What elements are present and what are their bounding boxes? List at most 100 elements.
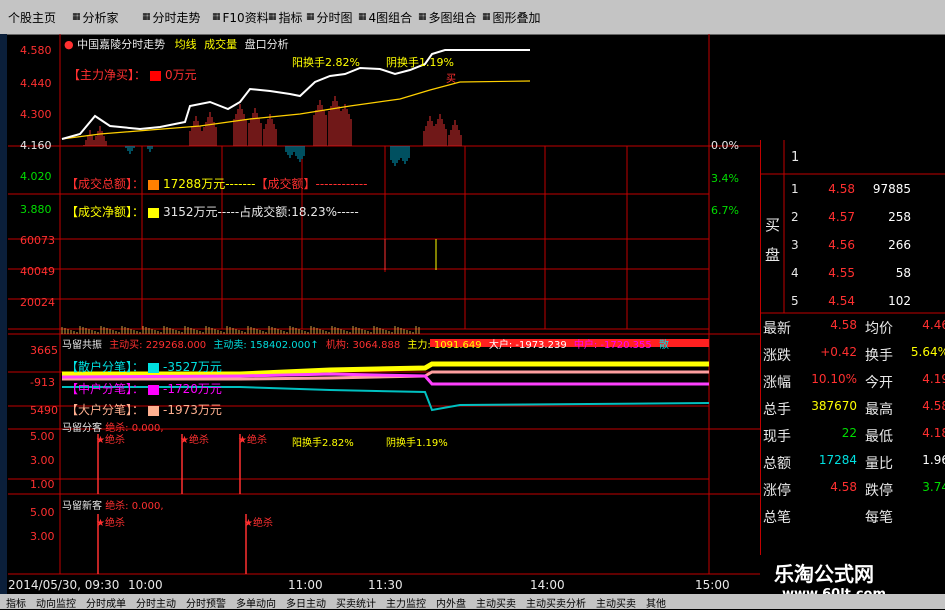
kill-mark: ★绝杀 [96,435,125,446]
dropdown-icon: ▦ [72,12,81,22]
bottom-tab[interactable]: 主动买卖分析 [526,595,586,610]
fund-flow-value: 主动卖: 158402.000↑ [210,340,319,351]
date-label: 2014/05/30, 09:30 [8,578,120,592]
legend-swatch [148,362,160,373]
bottom-tab[interactable]: 多单动向 [236,595,276,610]
volume-bars [61,239,437,334]
percent-axis-label: 0.0% [711,139,739,152]
chart-title: 中国嘉陵分时走势 [77,38,166,51]
fenke-yin: 阴换手1.19% [386,438,448,449]
legend-swatch [150,70,162,81]
retail-label: 【散户分笔】： [66,360,145,374]
indicator-sub: 绝杀: 0.000, [105,501,164,512]
toolbar-label: 图形叠加 [492,10,541,25]
fenke-axis-label: 3.00 [30,454,55,467]
price-axis-label: 4.300 [20,108,52,121]
tab-volume[interactable]: 成交量 [204,38,237,51]
large-value: -1973万元 [163,403,222,417]
medium-value: -1720万元 [163,382,222,396]
bottom-tab[interactable]: 动向监控 [36,595,76,610]
fund-axis-label: 3665 [30,344,58,357]
bottom-tab[interactable]: 主动买卖 [476,595,516,610]
main-force-label: 【主力净买】： [68,68,147,82]
legend-swatch [148,384,160,395]
time-tick: 15:00 [695,578,730,592]
indicator-icon: ▦ [268,12,277,22]
legend-swatch [148,405,160,416]
yin-turnover-label: 阴换手1.19% [386,56,454,69]
large-row: 【大户分笔】： -1973万元 [66,401,222,418]
bottom-tab[interactable]: 其他 [646,595,666,610]
bottom-tab[interactable]: 多日主动 [286,595,326,610]
fund-flow-value: 大户: -1973.239 [485,340,567,351]
toolbar-indicator[interactable]: ▦ 指标 [268,6,303,28]
large-label: 【大户分笔】： [66,403,145,417]
bottom-tab[interactable]: 分时成单 [86,595,126,610]
grid-icon: ▦ [418,12,427,22]
bottom-tab[interactable]: 主动买卖 [596,595,636,610]
fund-flow-value: 主动买: 229268.000 [109,340,207,351]
toolbar-label: 分时走势 [152,10,201,25]
medium-label: 【中户分笔】： [66,382,145,396]
bottom-tab[interactable]: 买卖统计 [336,595,376,610]
tab-avg-line[interactable]: 均线 [175,38,197,51]
kill-mark-label: 绝杀 [252,518,273,529]
kill-mark-label: 绝杀 [104,435,125,446]
toolbar-timechart[interactable]: ▦ 分时图 [306,6,353,28]
timechart-icon: ▦ [306,12,315,22]
tab-order-analysis[interactable]: 盘口分析 [245,38,289,51]
bottom-tab[interactable]: 主力监控 [386,595,426,610]
toolbar-four-chart[interactable]: ▦ 4图组合 [358,6,412,28]
price-axis-label: 4.440 [20,77,52,90]
kill-mark-label: 绝杀 [104,518,125,529]
net-value: 3152万元-----占成交额:18.23%----- [163,205,359,219]
toolbar-label: F10资料 [222,10,269,25]
xinke-axis-label: 3.00 [30,530,55,543]
toolbar-label: 4图组合 [368,10,413,25]
bottom-tab[interactable]: 内外盘 [436,595,466,610]
main-force-value: 0万元 [165,68,197,82]
turnover-total: 【成交总额】： 17288万元-------【成交额】------------ [66,175,367,192]
fund-axis-label: 5490 [30,404,58,417]
kill-mark-label: 绝杀 [246,435,267,446]
total-label: 【成交总额】： [66,177,145,191]
average-price-line [61,80,531,140]
toolbar-overlay[interactable]: ▦ 图形叠加 [482,6,541,28]
turnover-net: 【成交净额】： 3152万元-----占成交额:18.23%----- [66,203,359,220]
grid-icon: ▦ [358,12,367,22]
net-label: 【成交净额】： [66,205,145,219]
buy-signal-mark: 买 [446,74,456,85]
kill-mark: ★绝杀 [96,518,125,529]
watermark-brand: 乐淘公式网 [774,562,874,586]
kill-mark: ★绝杀 [238,435,267,446]
indicator-name[interactable]: 马留新客 [62,501,102,512]
kill-mark: ★绝杀 [180,435,209,446]
top-toolbar: 个股主页 ▦ 分析家 ▦ 分时走势 ▦ F10资料 ▦ 指标 ▦ 分时图 ▦ 4图组合 ▦ 多… [0,0,945,35]
toolbar-stock-home[interactable]: 个股主页 [8,6,56,28]
indicator-name[interactable]: 马留共振 [62,340,102,351]
bottom-tab[interactable]: 指标 [6,595,26,610]
time-tick: 14:00 [530,578,565,592]
bullet-icon: ● [64,38,74,51]
price-axis-label: 4.580 [20,44,52,57]
volume-axis-label: 40049 [20,265,55,278]
quote-grid [760,140,945,314]
toolbar-label: 指标 [278,10,303,25]
xinke-axis-label: 5.00 [30,506,55,519]
toolbar-f10[interactable]: ▦ F10资料 [212,6,269,28]
bottom-tab[interactable]: 分时预警 [186,595,226,610]
toolbar-label: 分析家 [82,10,119,25]
legend-swatch [148,207,160,218]
percent-axis-label: 3.4% [711,172,739,185]
toolbar-label: 多图组合 [428,10,477,25]
fenke-yang: 阳换手2.82% [292,438,354,449]
toolbar-analyst[interactable]: ▦ 分析家 [72,6,119,28]
price-axis-label: 4.160 [20,139,52,152]
toolbar-multi-chart[interactable]: ▦ 多图组合 [418,6,477,28]
bottom-tab[interactable]: 分时主动 [136,595,176,610]
medium-row: 【中户分笔】： -1720万元 [66,380,222,397]
yang-turnover-label: 阳换手2.82% [292,56,360,69]
fund-flow-value: 机构: 3064.888 [322,340,401,351]
time-tick: 10:00 [128,578,163,592]
toolbar-intraday[interactable]: ▦ 分时走势 [142,6,201,28]
